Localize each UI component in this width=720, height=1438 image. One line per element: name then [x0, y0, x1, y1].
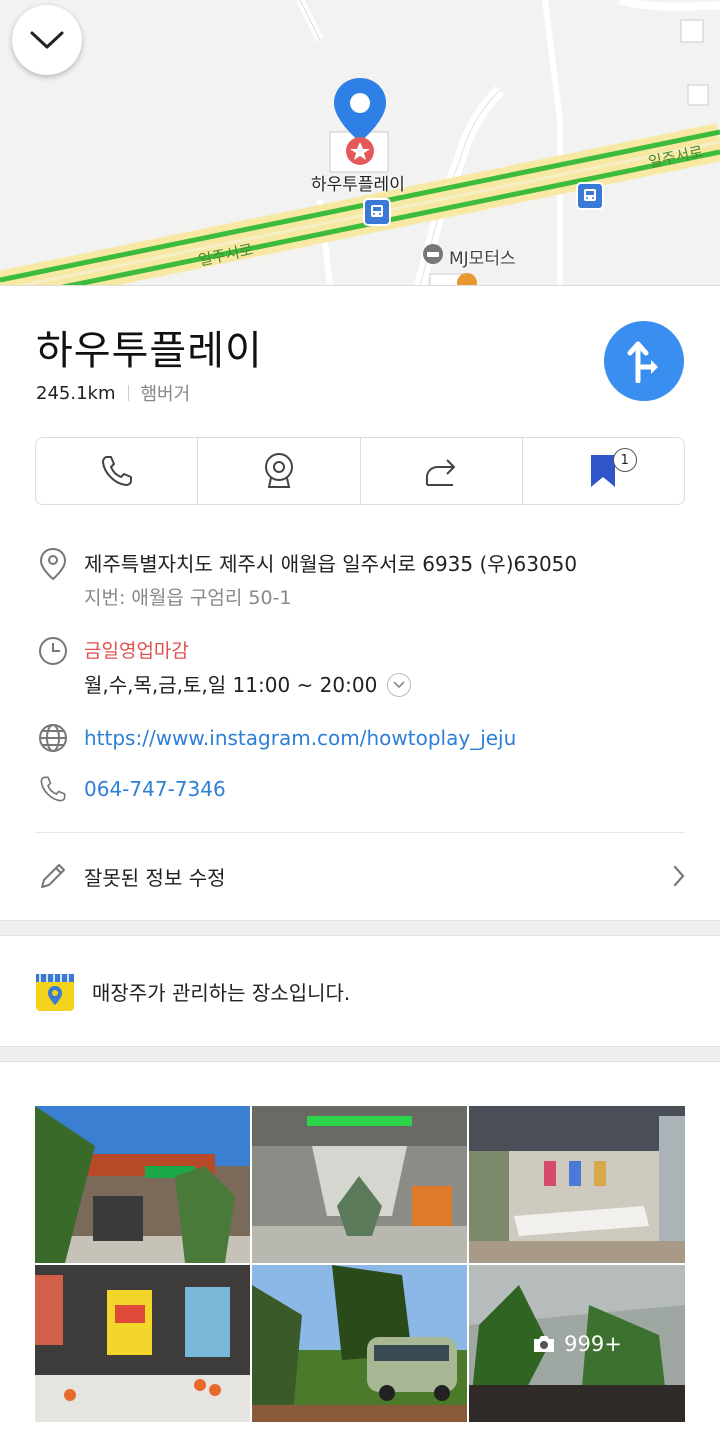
call-button[interactable]: [36, 438, 199, 504]
photo-thumbnail[interactable]: [252, 1106, 467, 1263]
chevron-down-icon: [393, 681, 405, 689]
address-text[interactable]: 제주특별자치도 제주시 애월읍 일주서로 6935 (우)63050: [84, 547, 577, 581]
directions-button[interactable]: [604, 321, 684, 401]
meta-divider: [127, 385, 129, 401]
distance-text: 245.1km: [36, 382, 116, 404]
photo-thumbnail[interactable]: [469, 1106, 685, 1263]
edit-info-label: 잘못된 정보 수정: [84, 865, 226, 890]
map-view[interactable]: 하우투플레이 일주서로 일주서로 MJ모터스: [0, 0, 720, 286]
share-icon: [426, 459, 456, 486]
divider: [35, 832, 685, 833]
website-row: https://www.instagram.com/howtoplay_jeju: [36, 721, 516, 755]
owner-managed-text: 매장주가 관리하는 장소입니다.: [92, 980, 351, 1005]
bus-stop-icon[interactable]: [576, 182, 604, 210]
place-meta: 245.1km 햄버거: [36, 380, 190, 406]
directions-icon: [627, 341, 658, 383]
share-button[interactable]: [361, 438, 523, 504]
bus-icon: [371, 205, 383, 217]
photo-exterior-palms: [35, 1106, 250, 1263]
more-photos-tile[interactable]: 999+: [469, 1265, 685, 1422]
location-icon: [39, 547, 67, 581]
owner-managed-notice: 매장주가 관리하는 장소입니다.: [35, 970, 350, 1012]
bookmark-count-badge: 1: [612, 448, 637, 472]
bookmark-button[interactable]: 1: [523, 438, 684, 504]
website-link[interactable]: https://www.instagram.com/howtoplay_jeju: [84, 721, 516, 755]
address-row: 제주특별자치도 제주시 애월읍 일주서로 6935 (우)63050 지번: 애…: [36, 547, 577, 615]
chevron-down-icon: [30, 31, 64, 49]
photo-thumbnail[interactable]: [252, 1265, 467, 1422]
section-separator: [0, 920, 720, 936]
phone-icon: [101, 456, 132, 486]
bus-stop-icon[interactable]: [363, 198, 391, 226]
hours-text: 월,수,목,금,토,일 11:00 ~ 20:00: [84, 673, 378, 697]
edit-info-row[interactable]: 잘못된 정보 수정: [36, 856, 686, 896]
bus-icon: [584, 189, 596, 201]
business-status: 금일영업마감: [84, 640, 189, 662]
phone-row: 064-747-7346: [36, 772, 226, 806]
photo-thumbnail[interactable]: [35, 1265, 250, 1422]
expand-hours-button[interactable]: [387, 673, 412, 697]
photo-interior-hall: [252, 1106, 467, 1263]
action-bar: 1: [35, 437, 685, 505]
photo-van-garden: [252, 1265, 467, 1422]
photo-dining-room: [469, 1106, 685, 1263]
category-text: 햄버거: [140, 384, 191, 405]
clock-icon: [39, 637, 67, 665]
more-photos-overlay: 999+: [469, 1265, 685, 1422]
camera-view-icon: [264, 453, 293, 488]
map-poi-label: MJ모터스: [449, 249, 516, 269]
pencil-icon: [41, 864, 65, 888]
photo-grid: 999+: [35, 1106, 685, 1422]
collapse-button[interactable]: [12, 5, 82, 75]
chevron-right-icon: [673, 865, 685, 887]
globe-icon: [39, 724, 67, 752]
street-view-button[interactable]: [198, 438, 361, 504]
phone-link[interactable]: 064-747-7346: [84, 772, 226, 806]
location-pin-icon[interactable]: [332, 76, 388, 166]
map-place-label: 하우투플레이: [311, 175, 405, 195]
section-separator: [0, 1046, 720, 1062]
car-service-icon: [423, 244, 443, 264]
poi-marker-icon: [457, 273, 477, 285]
hours-toggle[interactable]: 월,수,목,금,토,일 11:00 ~ 20:00: [84, 668, 412, 702]
lot-address-text: 지번: 애월읍 구엄리 50-1: [84, 587, 292, 609]
photo-count: 999+: [564, 1331, 622, 1356]
phone-icon: [40, 776, 66, 802]
place-title: 하우투플레이: [36, 328, 263, 374]
store-pin-icon: [36, 974, 74, 1011]
camera-icon: [534, 1335, 555, 1352]
photo-posters-wall: [35, 1265, 250, 1422]
hours-row: 금일영업마감 월,수,목,금,토,일 11:00 ~ 20:00: [36, 634, 412, 702]
photo-thumbnail[interactable]: [35, 1106, 250, 1263]
